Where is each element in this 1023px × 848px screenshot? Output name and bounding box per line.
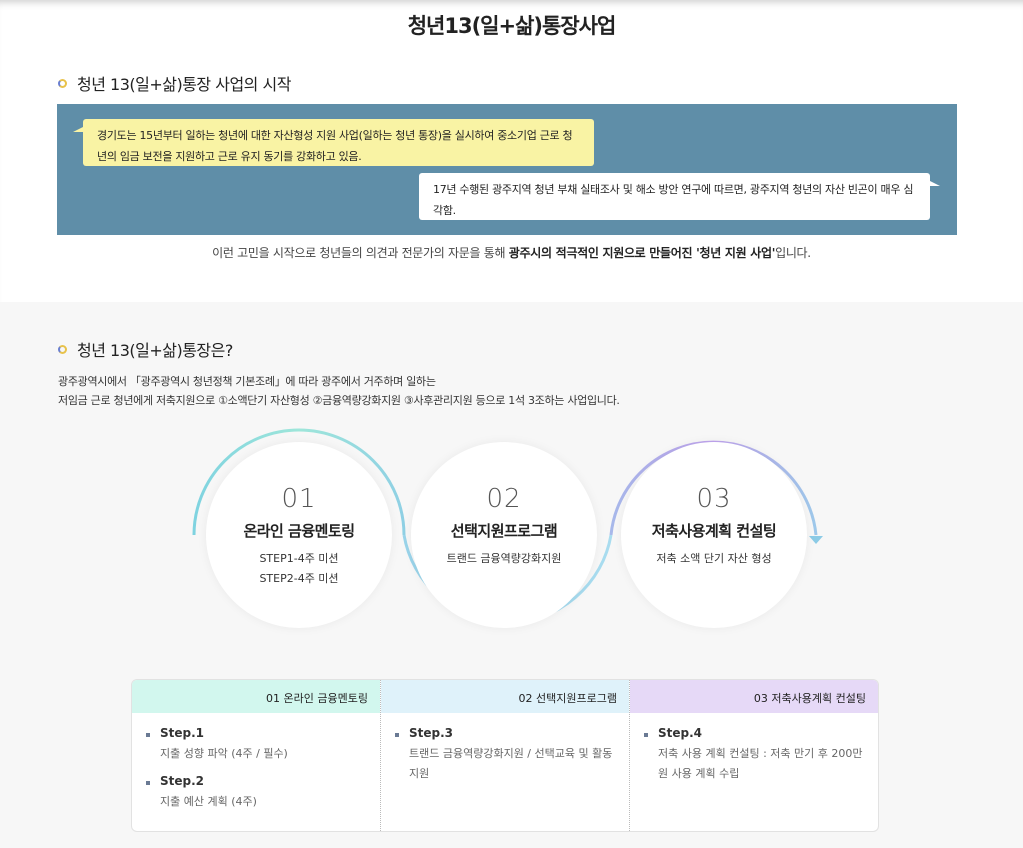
step-desc: 지출 성향 파악 (4주 / 필수) [160, 747, 288, 760]
circle-desc: STEP1-4주 미션 [259, 552, 339, 565]
steps-column-2: 02 선택지원프로그램 Step.3 트랜드 금융역량강화지원 / 선택교육 및… [381, 680, 630, 831]
summary-pre: 이런 고민을 시작으로 청년들의 의견과 전문가의 자문을 통해 [212, 246, 509, 260]
heading-text: 청년 13(일+삶)통장 사업의 시작 [77, 75, 291, 94]
steps-table: 01 온라인 금융멘토링 Step.1 지출 성향 파악 (4주 / 필수) S… [131, 679, 879, 832]
step-title: Step.2 [146, 774, 380, 788]
circle-desc: 트랜드 금융역량강화지원 [446, 552, 562, 565]
column-header: 02 선택지원프로그램 [381, 680, 629, 713]
circle-title: 선택지원프로그램 [450, 522, 558, 540]
speech-panel: 경기도는 15년부터 일하는 청년에 대한 자산형성 지원 사업(일하는 청년 … [57, 104, 957, 235]
summary-text: 이런 고민을 시작으로 청년들의 의견과 전문가의 자문을 통해 광주시의 적극… [0, 244, 1023, 261]
steps-column-1: 01 온라인 금융멘토링 Step.1 지출 성향 파악 (4주 / 필수) S… [132, 680, 381, 831]
column-header: 03 저축사용계획 컨설팅 [630, 680, 878, 713]
bullet-icon [58, 78, 67, 88]
step-circle-1: 01 온라인 금융멘토링 STEP1-4주 미션 STEP2-4주 미션 [206, 442, 392, 628]
circle-desc: 저축 소액 단기 자산 형성 [656, 552, 772, 565]
step-circle-3: 03 저축사용계획 컨설팅 저축 소액 단기 자산 형성 [621, 442, 807, 628]
step-desc: 저축 사용 계획 컨설팅 : 저축 만기 후 200만원 사용 계획 수립 [658, 747, 863, 780]
step-desc: 지출 예산 계획 (4주) [160, 795, 257, 808]
step-title: Step.3 [395, 726, 629, 740]
steps-column-3: 03 저축사용계획 컨설팅 Step.4 저축 사용 계획 컨설팅 : 저축 만… [630, 680, 878, 831]
step-title: Step.4 [644, 726, 878, 740]
circle-title: 저축사용계획 컨설팅 [651, 522, 777, 540]
column-header: 01 온라인 금융멘토링 [132, 680, 380, 713]
circle-number: 03 [696, 484, 732, 514]
arrow-down-icon [809, 536, 823, 544]
top-section: 청년13(일+삶)통장사업 청년 13(일+삶)통장 사업의 시작 경기도는 1… [0, 0, 1023, 302]
summary-bold: 광주시의 적극적인 지원으로 만들어진 '청년 지원 사업' [508, 246, 776, 260]
page-title: 청년13(일+삶)통장사업 [407, 14, 617, 38]
speech-bubble-gwangju: 17년 수행된 광주지역 청년 부채 실태조사 및 해소 방안 연구에 따르면,… [419, 173, 940, 220]
circle-desc: STEP2-4주 미션 [259, 572, 339, 585]
step-desc: 트랜드 금융역량강화지원 / 선택교육 및 활동지원 [409, 747, 613, 780]
section-heading-start: 청년 13(일+삶)통장 사업의 시작 [58, 71, 291, 95]
summary-post: 입니다. [775, 246, 811, 260]
bottom-section: 청년 13(일+삶)통장은? 광주광역시에서 「광주광역시 청년정책 기본조례」… [0, 302, 1023, 848]
circle-number: 02 [486, 484, 522, 514]
speech-bubble-gyeonggi: 경기도는 15년부터 일하는 청년에 대한 자산형성 지원 사업(일하는 청년 … [73, 119, 594, 166]
step-title: Step.1 [146, 726, 380, 740]
circle-number: 01 [281, 484, 317, 514]
step-circle-2: 02 선택지원프로그램 트랜드 금융역량강화지원 [411, 442, 597, 628]
circle-title: 온라인 금융멘토링 [243, 522, 355, 540]
